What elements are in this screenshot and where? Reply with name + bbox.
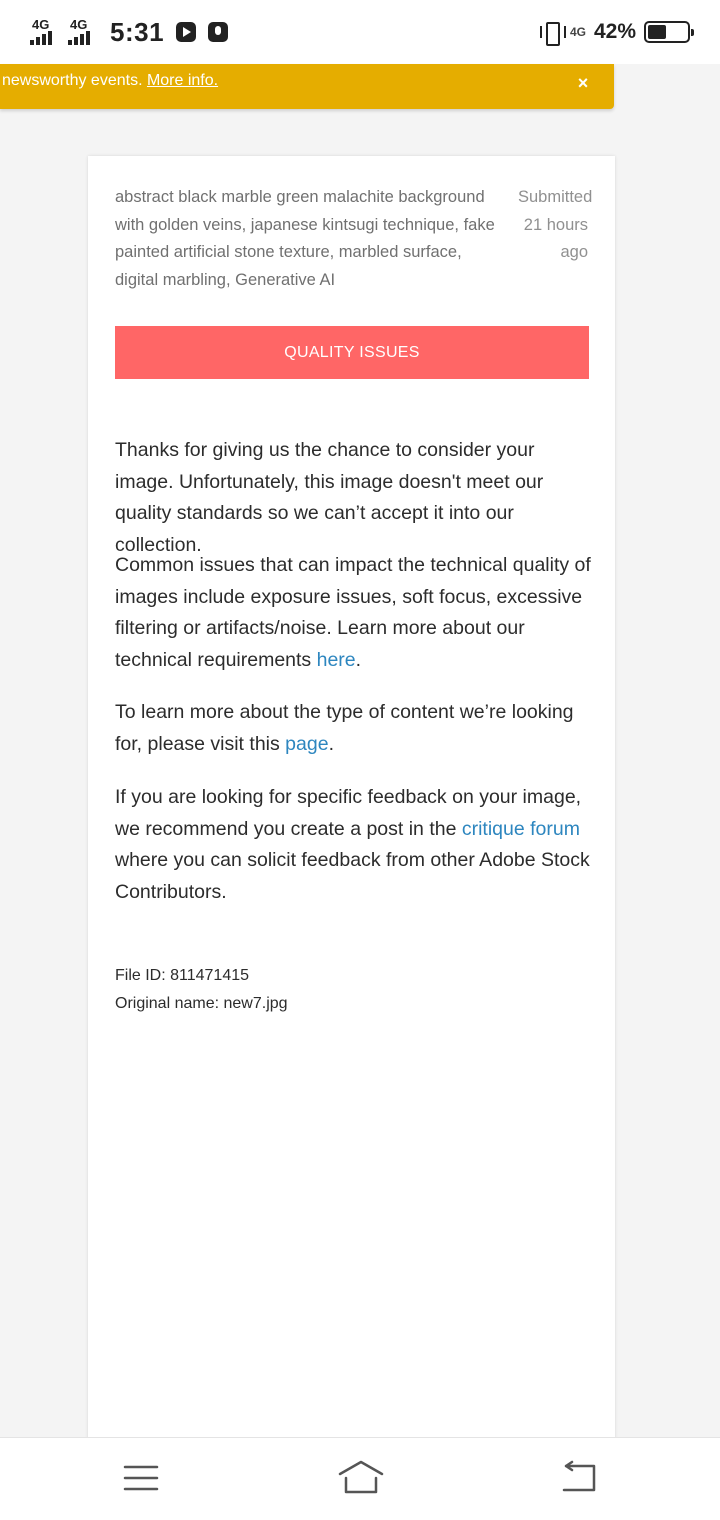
- rejection-message: Thanks for giving us the chance to consi…: [115, 439, 544, 556]
- paragraph-end: .: [355, 648, 362, 671]
- status-badge: QUALITY ISSUES: [115, 326, 589, 379]
- paragraph-text: To learn more about the type of content …: [115, 701, 574, 755]
- status-bar-left: 4G 4G 5:31: [30, 14, 229, 50]
- vibrate-icon: [539, 20, 566, 46]
- signal-icon: 4G: [30, 17, 62, 47]
- banner-message: newsworthy events. More info.: [2, 72, 218, 90]
- network-label-2: 4G: [70, 17, 88, 32]
- original-name: Original name: new7.jpg: [115, 995, 288, 1012]
- system-nav-bar: [0, 1437, 720, 1520]
- battery-icon: [644, 21, 694, 43]
- battery-percent: 42%: [593, 20, 636, 43]
- home-icon[interactable]: [338, 1458, 384, 1498]
- battery-fill: [648, 25, 666, 39]
- critique-forum-link[interactable]: critique forum: [462, 818, 580, 840]
- status-bar: 4G 4G 5:31 4G 42%: [0, 0, 720, 64]
- image-description: abstract black marble green malachite ba…: [115, 188, 495, 289]
- paragraph-end: .: [328, 732, 334, 755]
- back-icon[interactable]: [560, 1458, 600, 1498]
- more-info-link[interactable]: More info.: [147, 72, 218, 89]
- close-icon[interactable]: ×: [572, 72, 594, 94]
- technical-issues-paragraph: Common issues that can impact the techni…: [115, 550, 595, 676]
- content-page-link[interactable]: page: [285, 733, 328, 755]
- file-meta: File ID: 811471415 Original name: new7.j…: [115, 962, 288, 1018]
- play-notification-icon: [176, 22, 197, 42]
- banner-text: newsworthy events.: [2, 72, 147, 89]
- data-network-label: 4G: [569, 25, 586, 39]
- info-banner: newsworthy events. More info. ×: [0, 64, 614, 109]
- mic-notification-icon: [208, 22, 229, 42]
- feedback-paragraph: If you are looking for specific feedback…: [115, 782, 595, 908]
- submitted-time: Submitted 21 hours ago: [518, 188, 593, 261]
- status-bar-right: 4G 42%: [539, 14, 694, 50]
- technical-requirements-link[interactable]: here: [317, 649, 356, 671]
- paragraph-end: where you can solicit feedback from othe…: [115, 849, 590, 903]
- signal-icon: 4G: [68, 17, 100, 47]
- network-label-1: 4G: [32, 17, 50, 32]
- file-id: File ID: 811471415: [115, 967, 250, 984]
- submission-card: abstract black marble green malachite ba…: [88, 156, 615, 1446]
- content-guide-paragraph: To learn more about the type of content …: [115, 697, 595, 760]
- clock: 5:31: [110, 16, 165, 47]
- menu-icon[interactable]: [121, 1458, 161, 1498]
